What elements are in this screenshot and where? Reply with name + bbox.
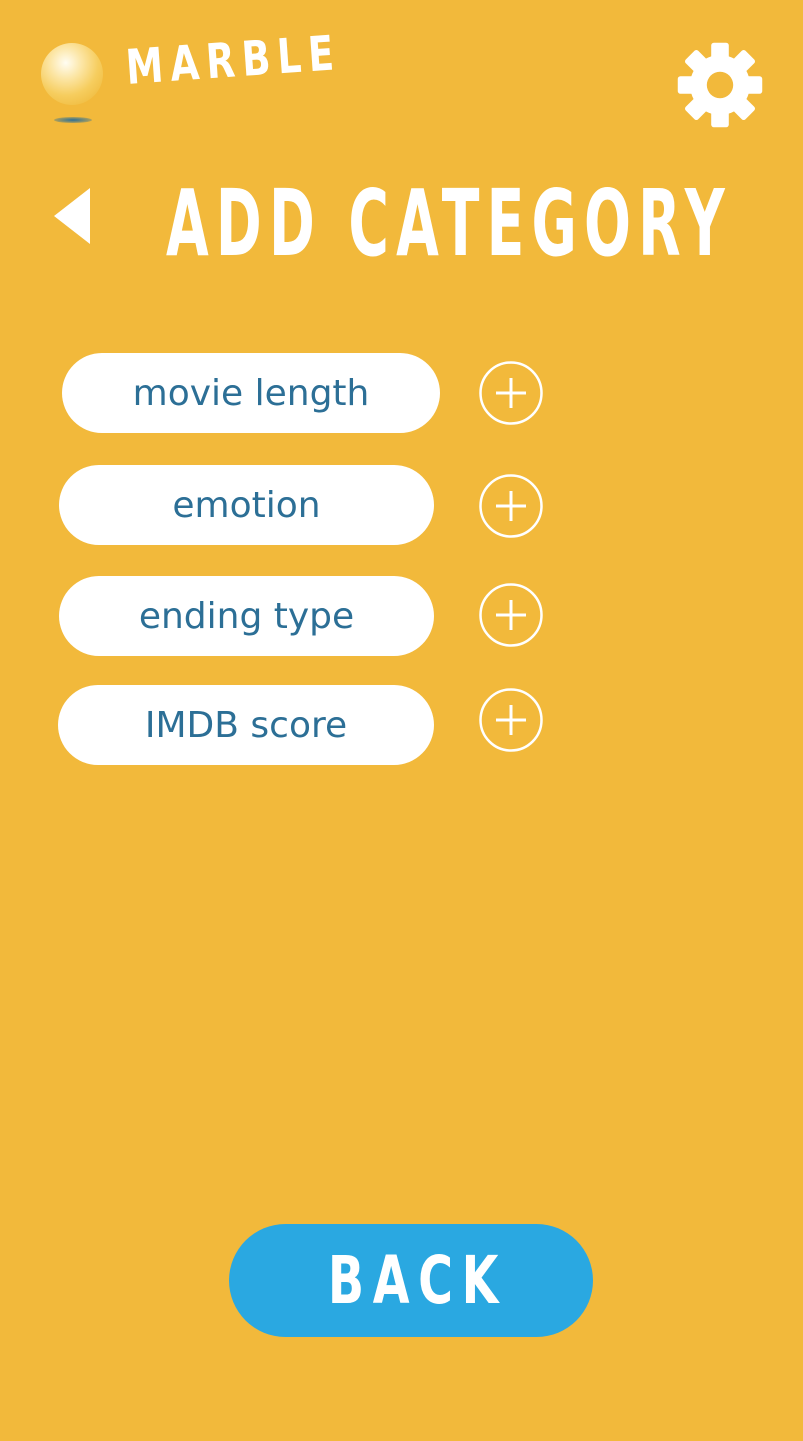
add-ending-type-button[interactable] bbox=[479, 583, 543, 647]
add-movie-length-button[interactable] bbox=[479, 361, 543, 425]
category-pill-imdb-score[interactable]: IMDB score bbox=[58, 685, 434, 765]
category-pill-movie-length[interactable]: movie length bbox=[62, 353, 440, 433]
add-imdb-score-button[interactable] bbox=[479, 688, 543, 752]
marble-logo-shadow bbox=[54, 117, 92, 123]
add-emotion-button[interactable] bbox=[479, 474, 543, 538]
gear-icon[interactable] bbox=[676, 41, 764, 129]
back-button[interactable]: BACK bbox=[229, 1224, 593, 1337]
back-button-label: BACK bbox=[327, 1242, 507, 1319]
app-name: MARBLE bbox=[124, 25, 343, 96]
category-pill-ending-type[interactable]: ending type bbox=[59, 576, 434, 656]
category-pill-emotion[interactable]: emotion bbox=[59, 465, 434, 545]
page-title: ADD CATEGORY bbox=[166, 170, 732, 277]
back-arrow-icon[interactable] bbox=[54, 188, 92, 244]
marble-logo-icon bbox=[41, 43, 103, 105]
